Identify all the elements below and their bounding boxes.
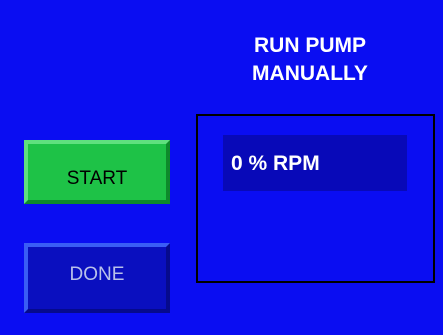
start-button[interactable]: START (24, 140, 170, 204)
rpm-readout: 0 % RPM (223, 135, 407, 191)
pump-control-screen: RUN PUMP MANUALLY START DONE 0 % RPM (0, 0, 443, 335)
page-title: RUN PUMP MANUALLY (230, 32, 390, 88)
title-line-1: RUN PUMP (253, 34, 366, 57)
done-button[interactable]: DONE (24, 243, 170, 313)
title-line-2: MANUALLY (252, 62, 368, 85)
